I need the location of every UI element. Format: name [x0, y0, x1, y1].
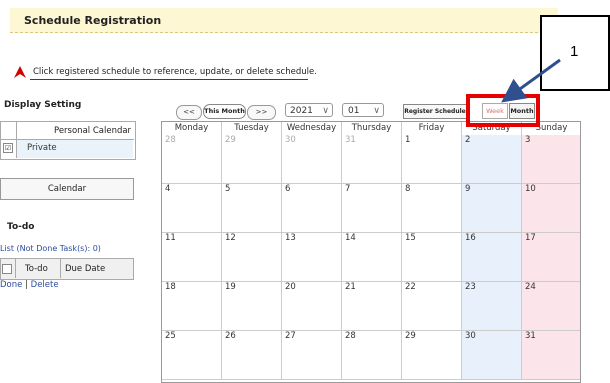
calendar-day-cell[interactable]: 13 [282, 233, 342, 282]
calendar-day-cell[interactable]: 24 [522, 282, 580, 331]
calendar-day-cell[interactable]: 29 [222, 135, 282, 184]
day-of-week-header: Tuesday [222, 122, 282, 135]
calendar-day-cell[interactable]: 30 [462, 331, 522, 380]
todo-title: To-do [7, 222, 35, 232]
calendar-day-cell[interactable]: 28 [342, 331, 402, 380]
calendar-day-cell[interactable]: 19 [222, 282, 282, 331]
month-value: 01 [348, 106, 360, 116]
next-month-button[interactable]: >> [247, 105, 276, 120]
calendar-day-cell[interactable]: 20 [282, 282, 342, 331]
personal-calendar-header: Personal Calendar [54, 126, 132, 136]
day-of-week-header: Friday [402, 122, 462, 135]
calendar-day-cell[interactable]: 10 [522, 184, 580, 233]
calendar-day-cell[interactable]: 7 [342, 184, 402, 233]
callout-label: 1 [570, 43, 579, 60]
pointer-arrow-icon [14, 66, 26, 78]
calendar-day-cell[interactable]: 5 [222, 184, 282, 233]
month-calendar-grid: Monday Tuesday Wednesday Thursday Friday Satu… [161, 121, 581, 383]
this-month-button[interactable]: This Month [203, 104, 246, 119]
calendar-day-cell[interactable]: 9 [462, 184, 522, 233]
month-select[interactable]: 01 ∨ [342, 103, 384, 117]
action-separator: | [25, 280, 28, 290]
day-of-week-header: Wednesday [282, 122, 342, 135]
calendar-day-cell[interactable]: 31 [342, 135, 402, 184]
due-date-column-header: Due Date [65, 264, 106, 274]
calendar-day-cell[interactable]: 25 [162, 331, 222, 380]
calendar-day-cell[interactable]: 31 [522, 331, 580, 380]
calendar-day-cell[interactable]: 27 [282, 331, 342, 380]
todo-column-header: To-do [25, 264, 48, 274]
calendar-day-cell[interactable]: 11 [162, 233, 222, 282]
calendar-day-cell[interactable]: 30 [282, 135, 342, 184]
calendar-day-cell[interactable]: 23 [462, 282, 522, 331]
todo-select-all-checkbox[interactable] [2, 264, 12, 274]
chevron-down-icon: ∨ [322, 106, 329, 116]
private-calendar-checkbox[interactable]: ☑ [3, 143, 13, 153]
calendar-day-cell[interactable]: 14 [342, 233, 402, 282]
calendar-day-cell[interactable]: 3 [522, 135, 580, 184]
calendar-day-cell[interactable]: 17 [522, 233, 580, 282]
calendar-day-cell[interactable]: 2 [462, 135, 522, 184]
calendar-day-cell[interactable]: 12 [222, 233, 282, 282]
calendar-day-cell[interactable]: 28 [162, 135, 222, 184]
calendar-day-cell[interactable]: 15 [402, 233, 462, 282]
private-calendar-label: Private [27, 143, 57, 153]
calendar-day-cell[interactable]: 1 [402, 135, 462, 184]
register-schedule-button[interactable]: Register Schedule [403, 104, 467, 119]
day-of-week-header: Monday [162, 122, 222, 135]
table-divider [15, 258, 16, 278]
todo-actions: Done | Delete [0, 280, 59, 290]
prev-month-button[interactable]: << [176, 105, 202, 120]
calendar-day-cell[interactable]: 29 [402, 331, 462, 380]
calendar-day-cell[interactable]: 4 [162, 184, 222, 233]
year-value: 2021 [290, 106, 313, 116]
chevron-down-icon: ∨ [373, 106, 380, 116]
highlight-box [466, 94, 540, 127]
delete-link[interactable]: Delete [31, 280, 59, 290]
calendar-day-cell[interactable]: 18 [162, 282, 222, 331]
calendar-day-cell[interactable]: 26 [222, 331, 282, 380]
calendar-day-cell[interactable]: 22 [402, 282, 462, 331]
year-select[interactable]: 2021 ∨ [285, 103, 333, 117]
day-of-week-header: Thursday [342, 122, 402, 135]
instruction-text: Click registered schedule to reference, … [33, 67, 317, 77]
calendar-day-cell[interactable]: 21 [342, 282, 402, 331]
display-setting-title: Display Setting [4, 100, 82, 110]
calendar-day-cell[interactable]: 8 [402, 184, 462, 233]
calendar-day-cell[interactable]: 16 [462, 233, 522, 282]
todo-list-link[interactable]: List (Not Done Task(s): 0) [0, 244, 101, 253]
page-title: Schedule Registration [24, 14, 162, 27]
instruction-underline [30, 79, 308, 80]
done-link[interactable]: Done [0, 280, 22, 290]
calendar-button[interactable]: Calendar [0, 178, 134, 200]
table-divider [60, 258, 61, 278]
calendar-day-cell[interactable]: 6 [282, 184, 342, 233]
